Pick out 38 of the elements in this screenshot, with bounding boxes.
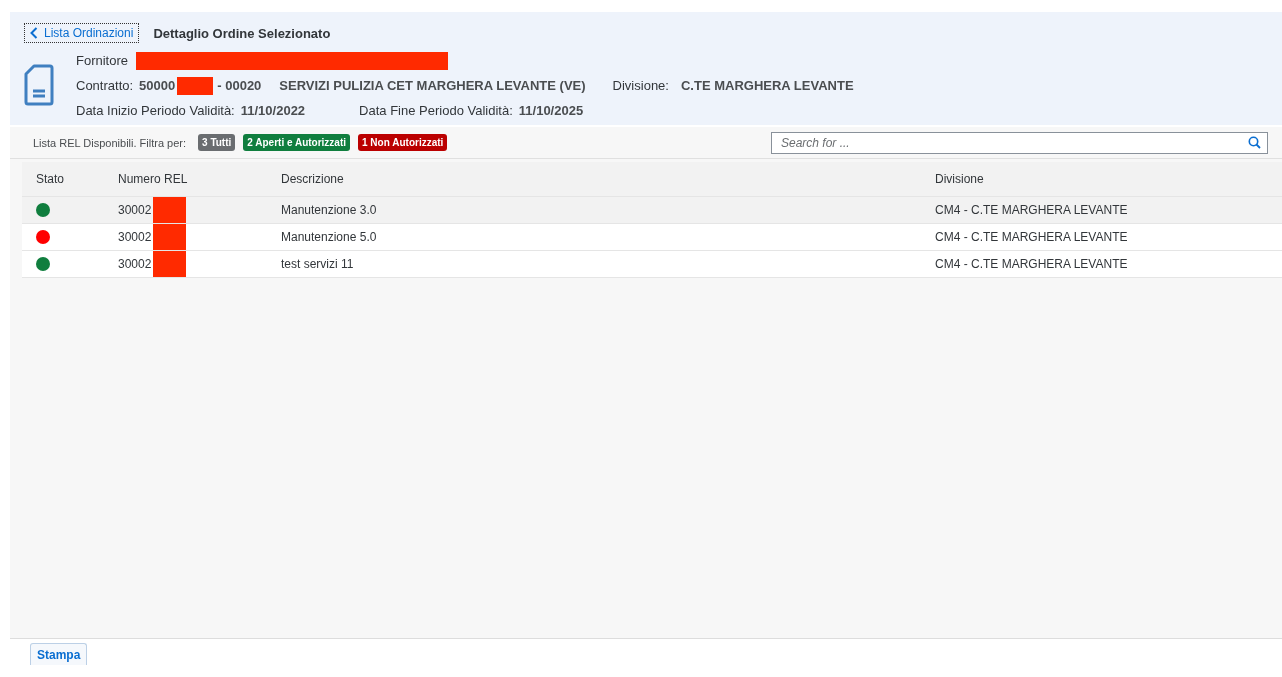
table-cell: 30002 [118, 230, 152, 244]
field-value: C.TE MARGHERA LEVANTE [680, 78, 854, 93]
table-cell-text: test servizi 11 [281, 257, 355, 271]
back-link[interactable]: Lista Ordinazioni [24, 23, 140, 43]
table-cell-text: CM4 - C.TE MARGHERA LEVANTE [935, 203, 1129, 217]
filter-chip[interactable]: 1 Non Autorizzati [358, 134, 448, 151]
field-label: Data Inizio Periodo Validità: [76, 103, 235, 118]
filter-chip[interactable]: 3 Tutti [198, 134, 236, 151]
table-row[interactable]: 30002 Manutenzione 5.0 CM4 - C.TE MARGHERA LEVANTE [22, 224, 1282, 251]
field-value: 11/10/2022 [240, 103, 306, 118]
field-label: Contratto: [76, 78, 134, 93]
search-field[interactable]: Search for ... [771, 131, 1268, 154]
filter-label: Lista REL Disponibili. Filtra per: [33, 136, 187, 149]
document-icon [24, 64, 54, 106]
column-header[interactable]: Stato [36, 172, 118, 186]
column-header[interactable]: Numero REL [118, 172, 281, 186]
field-value: 11/10/2025 [518, 103, 584, 118]
field-label: Fornitore [76, 53, 129, 68]
filter-chip[interactable]: 2 Aperti e Autorizzati [243, 134, 351, 151]
chevron-left-icon [30, 27, 38, 39]
search-icon [1248, 135, 1261, 149]
table-cell: 30002 [118, 203, 152, 217]
table-cell: 30002 [118, 257, 152, 271]
table-cell-text: Manutenzione 3.0 [281, 203, 378, 217]
field-label: Data Fine Periodo Validità: [359, 103, 513, 118]
column-header[interactable]: Divisione [935, 172, 1282, 186]
table-row[interactable]: 30002 Manutenzione 3.0 CM4 - C.TE MARGHERA LEVANTE [22, 197, 1282, 224]
table-cell-text: CM4 - C.TE MARGHERA LEVANTE [935, 257, 1129, 271]
field-label: Divisione: [612, 78, 669, 93]
contract-description: SERVIZI PULIZIA CET MARGHERA LEVANTE (VE) [279, 78, 586, 93]
contract-number: 50000 [139, 78, 176, 93]
page-title: Dettaglio Ordine Selezionato [153, 25, 331, 41]
table-cell-text: Manutenzione 5.0 [281, 230, 378, 244]
print-button[interactable]: Stampa [30, 643, 88, 665]
table-row[interactable]: 30002 test servizi 11 CM4 - C.TE MARGHERA LEVANTE [22, 251, 1282, 278]
contract-number: - 00020 [217, 78, 262, 93]
column-header[interactable]: Descrizione [281, 172, 935, 186]
table-cell-text: CM4 - C.TE MARGHERA LEVANTE [935, 230, 1129, 244]
